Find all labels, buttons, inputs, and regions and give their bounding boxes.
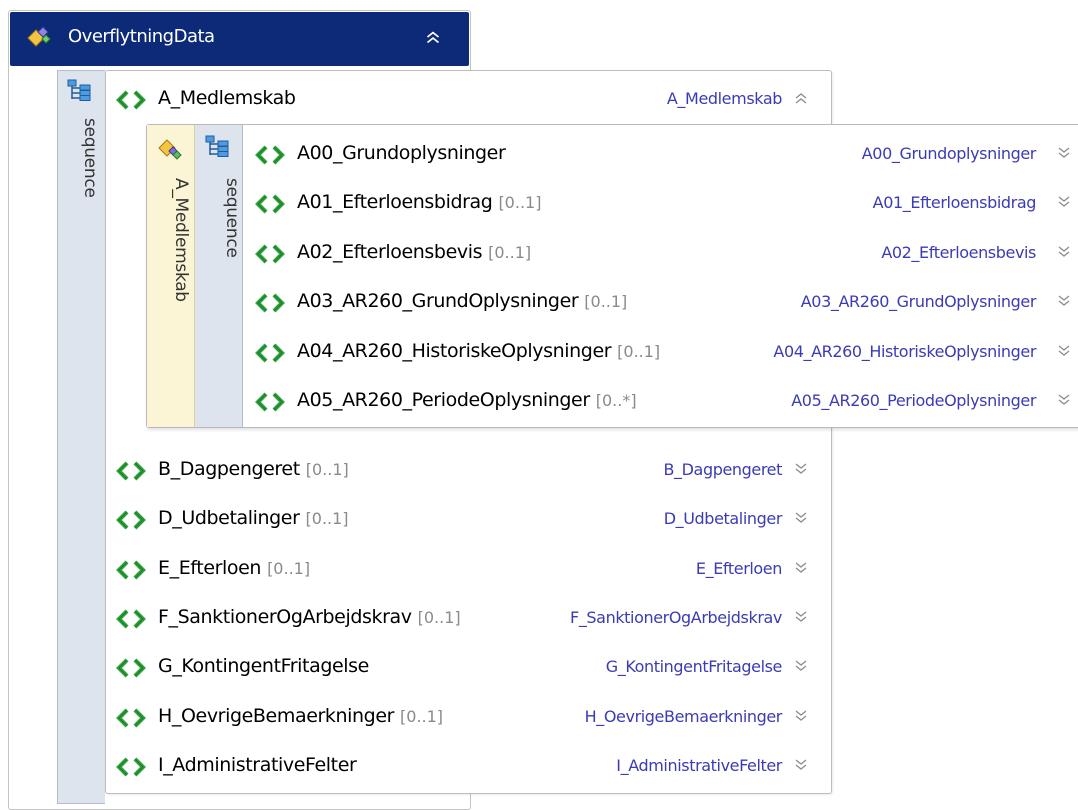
element-name: A00_Grundoplysninger	[297, 142, 506, 164]
element-type[interactable]: A01_Efterloensbidrag	[873, 193, 1037, 212]
element-multiplicity: [0..1]	[617, 342, 661, 361]
list-item[interactable]: A04_AR260_HistoriskeOplysninger [0..1] A0…	[244, 333, 1078, 377]
list-item[interactable]: I_AdministrativeFelter I_AdministrativeF…	[106, 750, 830, 794]
double-chevron-up-icon[interactable]	[791, 88, 811, 108]
list-item[interactable]: A03_AR260_GrundOplysninger [0..1] A03_AR2…	[244, 283, 1078, 327]
element-name: D_Udbetalinger	[158, 507, 300, 529]
a-medlemskab-name: A_Medlemskab	[158, 87, 296, 109]
element-type[interactable]: D_Udbetalinger	[664, 509, 783, 528]
element-name: A03_AR260_GrundOplysninger	[297, 290, 579, 312]
element-type[interactable]: B_Dagpengeret	[663, 460, 782, 479]
inner-sequence-label: sequence	[222, 178, 242, 258]
list-item[interactable]: G_KontingentFritagelse G_KontingentFrita…	[106, 651, 830, 695]
inner-sequence-bar	[195, 125, 243, 427]
outer-sequence-label: sequence	[80, 118, 100, 198]
element-name: A05_AR260_PeriodeOplysninger	[297, 389, 590, 411]
element-type[interactable]: G_KontingentFritagelse	[606, 657, 783, 676]
element-icon	[116, 657, 146, 679]
list-item[interactable]: A02_Efterloensbevis [0..1] A02_Efterloens…	[244, 234, 1078, 278]
element-icon	[255, 292, 285, 314]
element-multiplicity: [0..1]	[305, 460, 349, 479]
element-type[interactable]: F_SanktionerOgArbejdskrav	[570, 608, 782, 627]
element-icon	[116, 707, 146, 729]
element-name: E_Efterloen	[158, 557, 262, 579]
element-icon	[116, 460, 146, 482]
element-type[interactable]: E_Efterloen	[696, 559, 782, 578]
list-item[interactable]: E_Efterloen [0..1] E_Efterloen	[106, 553, 830, 597]
element-type[interactable]: A03_AR260_GrundOplysninger	[801, 292, 1037, 311]
element-multiplicity: [0..1]	[305, 509, 349, 528]
element-icon	[116, 509, 146, 531]
element-type[interactable]: A02_Efterloensbevis	[881, 243, 1036, 262]
double-chevron-up-icon[interactable]	[422, 26, 444, 48]
list-item[interactable]: D_Udbetalinger [0..1] D_Udbetalinger	[106, 503, 830, 547]
list-item[interactable]: A01_Efterloensbidrag [0..1] A01_Efterloen…	[244, 184, 1078, 228]
element-multiplicity: [0..1]	[584, 292, 628, 311]
element-icon	[116, 559, 146, 581]
element-icon	[255, 391, 285, 413]
element-multiplicity: [0..1]	[267, 559, 311, 578]
element-name: G_KontingentFritagelse	[158, 655, 369, 677]
element-name: A01_Efterloensbidrag	[297, 191, 493, 213]
element-name: F_SanktionerOgArbejdskrav	[158, 606, 412, 628]
root-element-name: OverflytningData	[68, 26, 215, 47]
element-multiplicity: [0..1]	[417, 608, 461, 627]
element-icon	[255, 193, 285, 215]
list-item[interactable]: F_SanktionerOgArbejdskrav [0..1] F_Sankti…	[106, 602, 830, 646]
double-chevron-down-icon[interactable]	[791, 755, 811, 775]
sequence-icon	[65, 78, 95, 102]
list-item[interactable]: A05_AR260_PeriodeOplysninger [0..*] A05_A…	[244, 382, 1078, 426]
element-icon	[255, 144, 285, 166]
element-multiplicity: [0..*]	[595, 391, 637, 410]
element-type[interactable]: A04_AR260_HistoriskeOplysninger	[773, 342, 1036, 361]
element-name: A02_Efterloensbevis	[297, 241, 483, 263]
list-item[interactable]: B_Dagpengeret [0..1] B_Dagpengeret	[106, 454, 830, 498]
complex-type-icon	[24, 24, 54, 50]
double-chevron-down-icon[interactable]	[1054, 390, 1074, 410]
element-multiplicity: [0..1]	[400, 707, 444, 726]
element-type[interactable]: H_OevrigeBemaerkninger	[585, 707, 783, 726]
element-name: H_OevrigeBemaerkninger	[158, 705, 395, 727]
list-item[interactable]: H_OevrigeBemaerkninger [0..1] H_OevrigeBe…	[106, 701, 830, 745]
element-name: B_Dagpengeret	[158, 458, 300, 480]
double-chevron-down-icon[interactable]	[791, 508, 811, 528]
element-multiplicity: [0..1]	[488, 243, 532, 262]
element-icon	[116, 756, 146, 778]
element-name: A04_AR260_HistoriskeOplysninger	[297, 340, 612, 362]
double-chevron-down-icon[interactable]	[791, 607, 811, 627]
element-icon	[116, 89, 146, 111]
double-chevron-down-icon[interactable]	[791, 558, 811, 578]
double-chevron-down-icon[interactable]	[1054, 143, 1074, 163]
group-icon	[155, 136, 185, 162]
double-chevron-down-icon[interactable]	[1054, 291, 1074, 311]
element-icon	[116, 608, 146, 630]
element-icon	[255, 342, 285, 364]
group-label: A_Medlemskab	[171, 178, 191, 302]
sequence-icon	[203, 134, 233, 158]
double-chevron-down-icon[interactable]	[791, 656, 811, 676]
element-multiplicity: [0..1]	[498, 193, 542, 212]
double-chevron-down-icon[interactable]	[791, 706, 811, 726]
element-type[interactable]: I_AdministrativeFelter	[616, 756, 782, 775]
element-type[interactable]: A00_Grundoplysninger	[862, 144, 1037, 163]
double-chevron-down-icon[interactable]	[1054, 192, 1074, 212]
element-icon	[255, 243, 285, 265]
element-name: I_AdministrativeFelter	[158, 754, 357, 776]
element-type[interactable]: A05_AR260_PeriodeOplysninger	[791, 391, 1036, 410]
double-chevron-down-icon[interactable]	[1054, 242, 1074, 262]
double-chevron-down-icon[interactable]	[1054, 341, 1074, 361]
double-chevron-down-icon[interactable]	[791, 459, 811, 479]
list-item[interactable]: A00_Grundoplysninger A00_Grundoplysninge…	[244, 135, 1078, 179]
a-medlemskab-type[interactable]: A_Medlemskab	[667, 89, 783, 108]
